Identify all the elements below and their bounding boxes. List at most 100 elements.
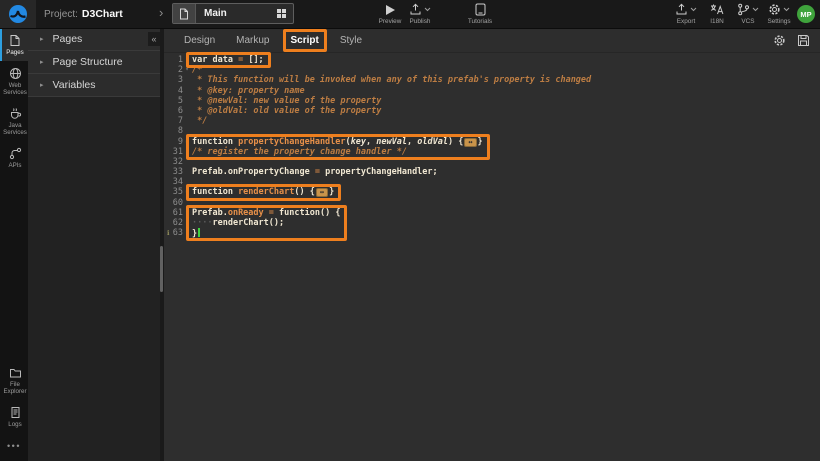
code-line[interactable]: 8	[164, 126, 820, 136]
code-text: /* register the property change handler …	[191, 147, 407, 157]
project-breadcrumb: Project: D3Chart	[44, 0, 123, 28]
editor-tab-bar: Design Markup Script Style	[164, 28, 820, 53]
sidebar-item-pages[interactable]: Pages	[0, 28, 28, 61]
ide-window: Project: D3Chart › Main Preview Publish …	[0, 0, 820, 461]
code-line[interactable]: 60	[164, 198, 820, 208]
code-line[interactable]: 32	[164, 157, 820, 167]
page-selector[interactable]: Main	[172, 3, 294, 24]
branch-icon	[737, 3, 750, 16]
line-number: 31	[164, 147, 183, 157]
i18n-button[interactable]: I18N	[703, 3, 731, 25]
page-grid-icon	[276, 8, 287, 19]
code-line[interactable]: ℹ63}	[164, 228, 820, 238]
panel-section-variables[interactable]: ▸Variables	[28, 74, 160, 97]
settings-label: Settings	[767, 18, 790, 25]
panel-section-label: Page Structure	[53, 56, 123, 68]
panel-collapse-button[interactable]: «	[148, 32, 160, 46]
sidebar-item-java-services[interactable]: Java Services	[0, 101, 28, 141]
gear-icon	[768, 3, 781, 16]
sidebar-item-label: Java Services	[2, 122, 28, 136]
panel-section-page-structure[interactable]: ▸Page Structure	[28, 51, 160, 74]
tab-script[interactable]: Script	[288, 33, 322, 48]
sidebar-item-label: Web Services	[2, 82, 28, 96]
folded-code-widget[interactable]: ↔	[464, 138, 476, 147]
code-line[interactable]: 62····renderChart();	[164, 218, 820, 228]
export-button[interactable]: Export	[672, 3, 700, 25]
upload-icon	[409, 3, 422, 16]
tab-markup[interactable]: Markup	[233, 33, 272, 48]
panel-scrollbar[interactable]	[160, 246, 163, 292]
code-line[interactable]: 3 * This function will be invoked when a…	[164, 75, 820, 85]
panel-section-pages[interactable]: ▸Pages	[28, 28, 160, 51]
code-line[interactable]: 9▸function propertyChangeHandler(key, ne…	[164, 137, 820, 147]
left-sidebar: Pages Web Services Java Services APIs File …	[0, 28, 28, 461]
expand-caret-icon: ▸	[40, 81, 44, 89]
vcs-label: VCS	[741, 18, 754, 25]
sidebar-bottom-items: File ExplorerLogs	[0, 360, 28, 433]
text-cursor	[198, 228, 200, 237]
wavemaker-logo-icon	[8, 4, 28, 24]
sidebar-item-web-services[interactable]: Web Services	[0, 61, 28, 101]
fold-gutter	[183, 167, 191, 177]
code-line[interactable]: 34	[164, 177, 820, 187]
code-text: function propertyChangeHandler(key, newV…	[191, 137, 483, 147]
save-icon[interactable]	[797, 34, 810, 47]
tab-style[interactable]: Style	[337, 33, 365, 48]
code-text: Prefab.onPropertyChange = propertyChange…	[191, 167, 438, 177]
sidebar-item-file-explorer[interactable]: File Explorer	[0, 360, 28, 400]
code-line[interactable]: 61▾Prefab.onReady = function() {	[164, 208, 820, 218]
fold-closed-icon[interactable]: ▸	[183, 137, 191, 147]
chevron-down-icon	[424, 7, 431, 12]
editor-area: Design Markup Script Style 1var data = [];2…	[164, 28, 820, 461]
export-label: Export	[677, 18, 695, 25]
expand-caret-icon: ▸	[40, 35, 44, 43]
script-code-editor[interactable]: 1var data = [];2▾/*3 * This function wil…	[164, 53, 820, 461]
code-line[interactable]: 6 * @oldVal: old value of the property	[164, 106, 820, 116]
line-number: 61	[164, 208, 183, 218]
pages-panel: ▸Pages▸Page Structure▸Variables «	[28, 28, 160, 461]
fold-gutter	[183, 55, 191, 65]
fold-gutter	[183, 116, 191, 126]
settings-button[interactable]: Settings	[765, 3, 793, 25]
sidebar-top-items: Pages Web Services Java Services APIs	[0, 28, 28, 174]
sidebar-item-logs[interactable]: Logs	[0, 400, 28, 433]
line-number: 34	[164, 177, 183, 187]
folded-code-widget[interactable]: ↔	[316, 188, 328, 197]
fold-gutter	[183, 218, 191, 228]
app-logo[interactable]	[0, 0, 36, 28]
user-avatar[interactable]: MP	[797, 5, 815, 23]
fold-open-icon[interactable]: ▾	[183, 208, 191, 218]
publish-button[interactable]: Publish	[402, 3, 438, 25]
page-file-icon	[173, 4, 196, 23]
code-line[interactable]: 31 /* register the property change handle…	[164, 147, 820, 157]
editor-settings-gear-icon[interactable]	[773, 34, 786, 47]
project-name: D3Chart	[82, 8, 123, 20]
code-line[interactable]: 4 * @key: property name	[164, 86, 820, 96]
code-line[interactable]: 35▸function renderChart() {↔}	[164, 187, 820, 197]
code-text: /*	[191, 65, 202, 75]
code-line[interactable]: 5 * @newVal: new value of the property	[164, 96, 820, 106]
code-text: * @oldVal: old value of the property	[191, 106, 381, 116]
sidebar-more-button[interactable]: •••	[0, 433, 28, 461]
vcs-button[interactable]: VCS	[734, 3, 762, 25]
code-text: * This function will be invoked when any…	[191, 75, 591, 85]
code-text	[191, 126, 192, 136]
line-number: 9	[164, 137, 183, 147]
code-text: var data = [];	[191, 55, 264, 65]
line-number: 32	[164, 157, 183, 167]
tab-design[interactable]: Design	[181, 33, 218, 48]
fold-gutter	[183, 228, 191, 238]
tutorials-button[interactable]: Tutorials	[462, 3, 498, 25]
code-line[interactable]: 2▾/*	[164, 65, 820, 75]
code-line[interactable]: 33Prefab.onPropertyChange = propertyChan…	[164, 167, 820, 177]
topbar-right-actions: Export I18N VCS Settings	[672, 3, 793, 25]
code-line[interactable]: 1var data = [];	[164, 55, 820, 65]
code-line[interactable]: 7 */	[164, 116, 820, 126]
fold-open-icon[interactable]: ▾	[183, 65, 191, 75]
fold-closed-icon[interactable]: ▸	[183, 187, 191, 197]
play-icon	[385, 3, 396, 16]
top-bar: Project: D3Chart › Main Preview Publish …	[0, 0, 820, 29]
line-number: 4	[164, 86, 183, 96]
sidebar-item-apis[interactable]: APIs	[0, 141, 28, 174]
translate-icon	[710, 3, 724, 16]
